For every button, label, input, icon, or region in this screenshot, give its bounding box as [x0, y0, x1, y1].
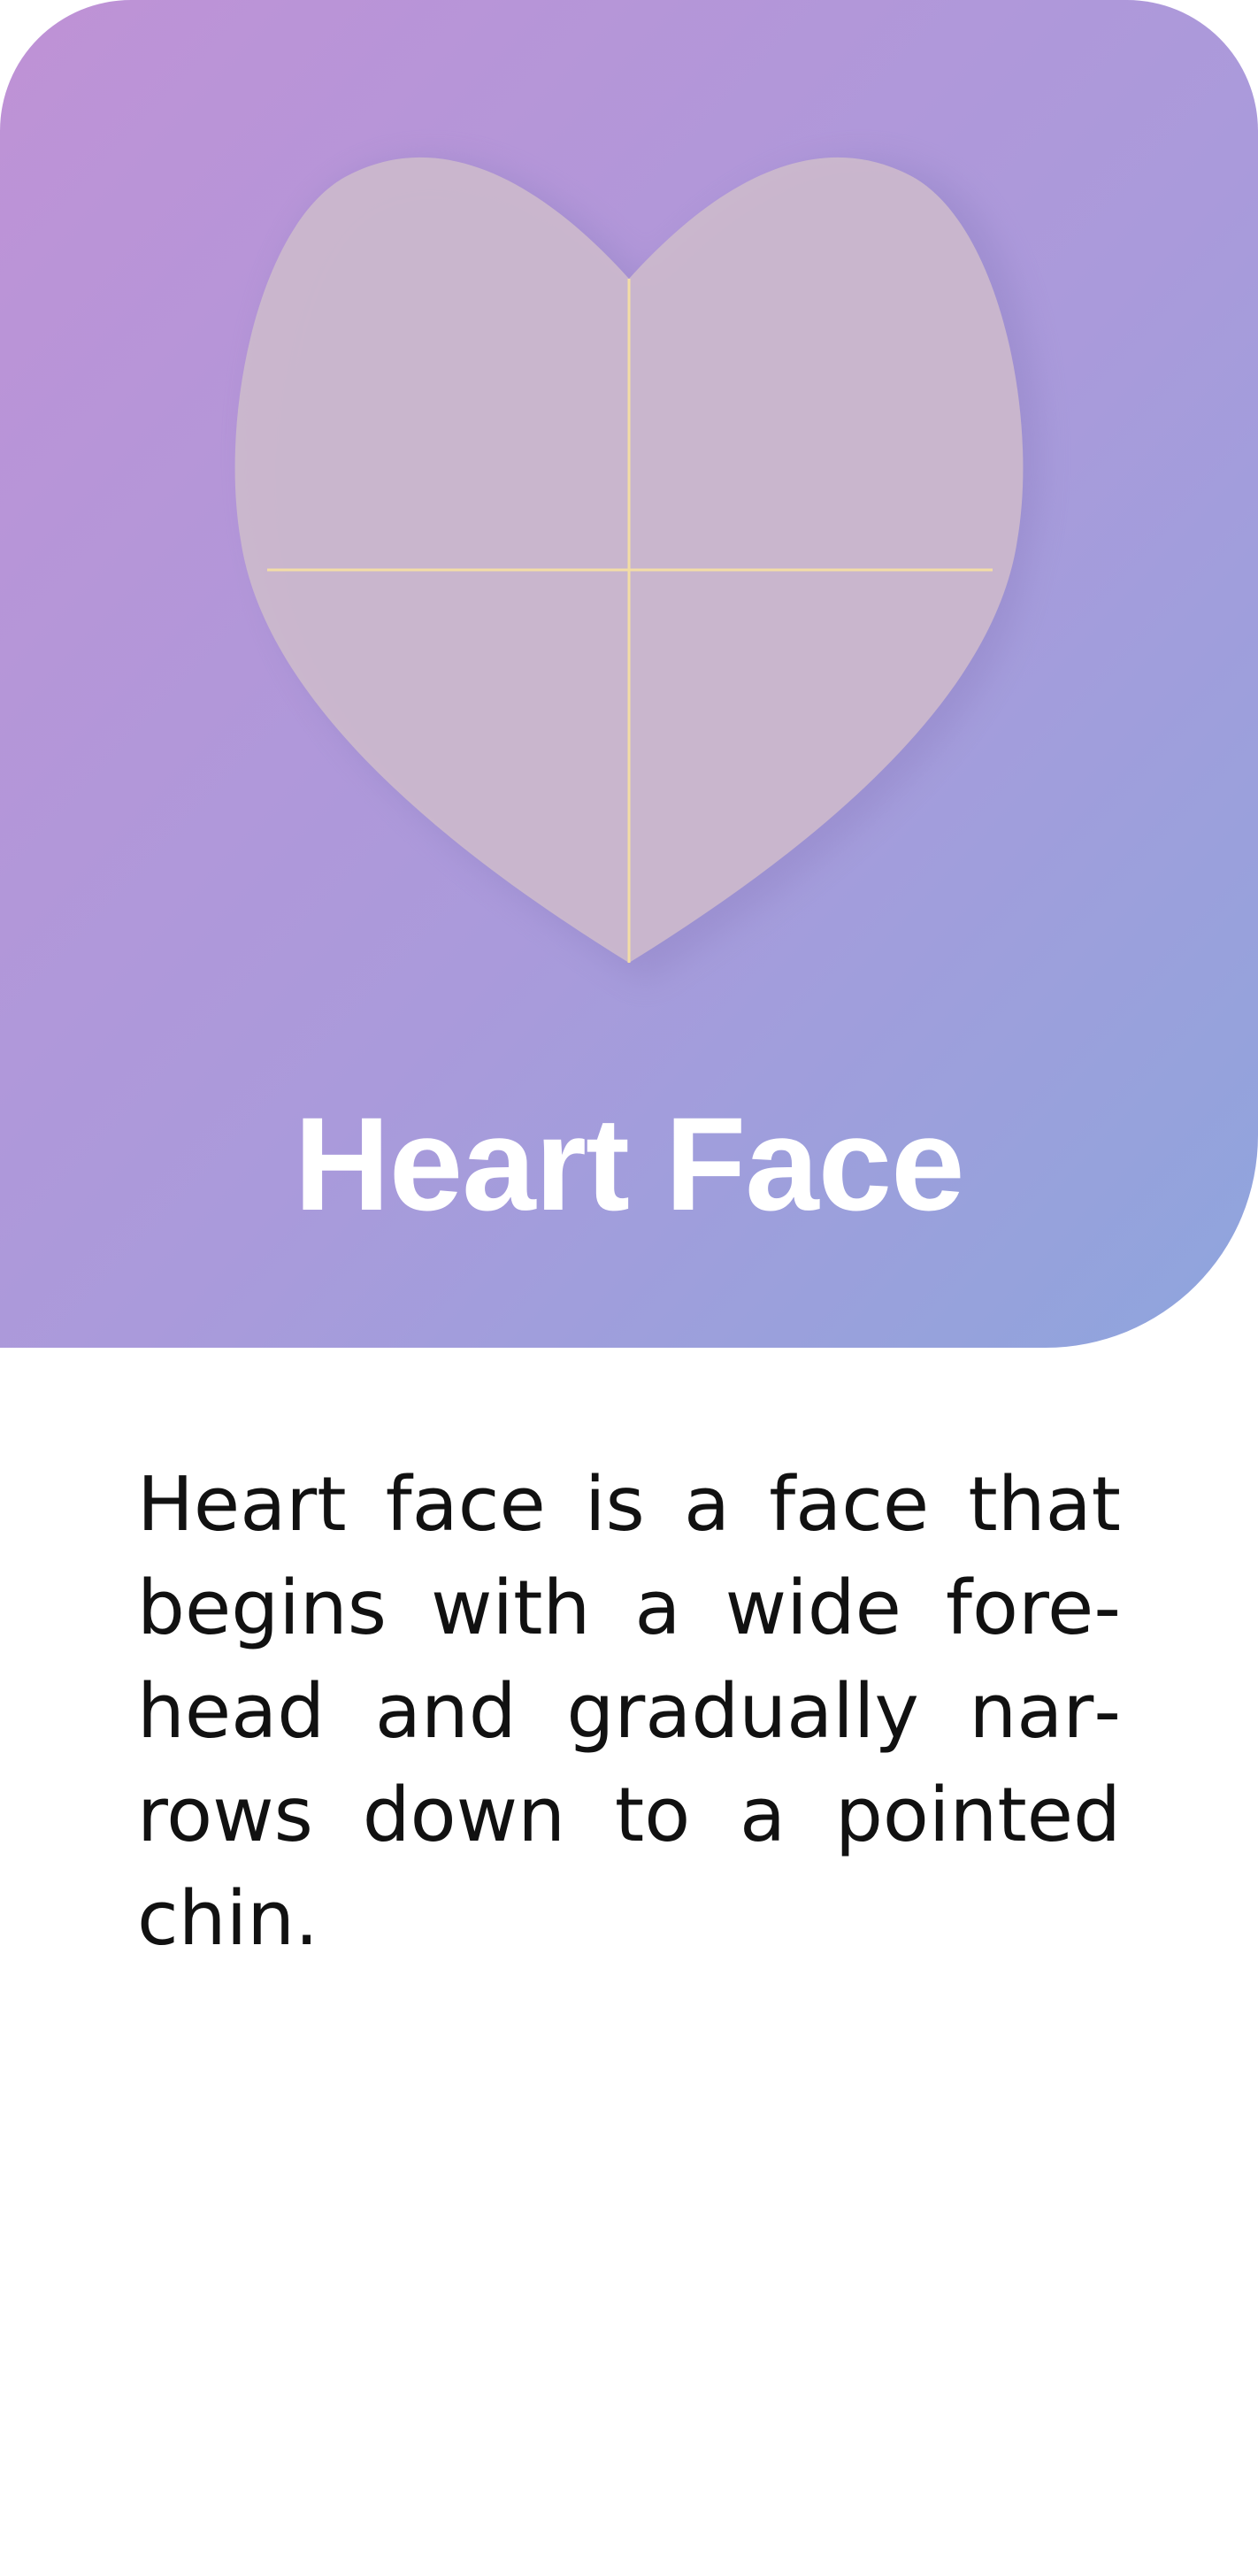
- face-shape-hero-card: Heart Face: [0, 0, 1258, 1348]
- face-shape-title: Heart Face: [294, 1089, 964, 1238]
- heart-face-shape-icon: [0, 0, 1258, 1062]
- face-shape-description: Heart face is a face that begins with a …: [137, 1461, 1121, 1963]
- face-shape-page: Heart Face Heart face is a face that beg…: [0, 0, 1258, 2576]
